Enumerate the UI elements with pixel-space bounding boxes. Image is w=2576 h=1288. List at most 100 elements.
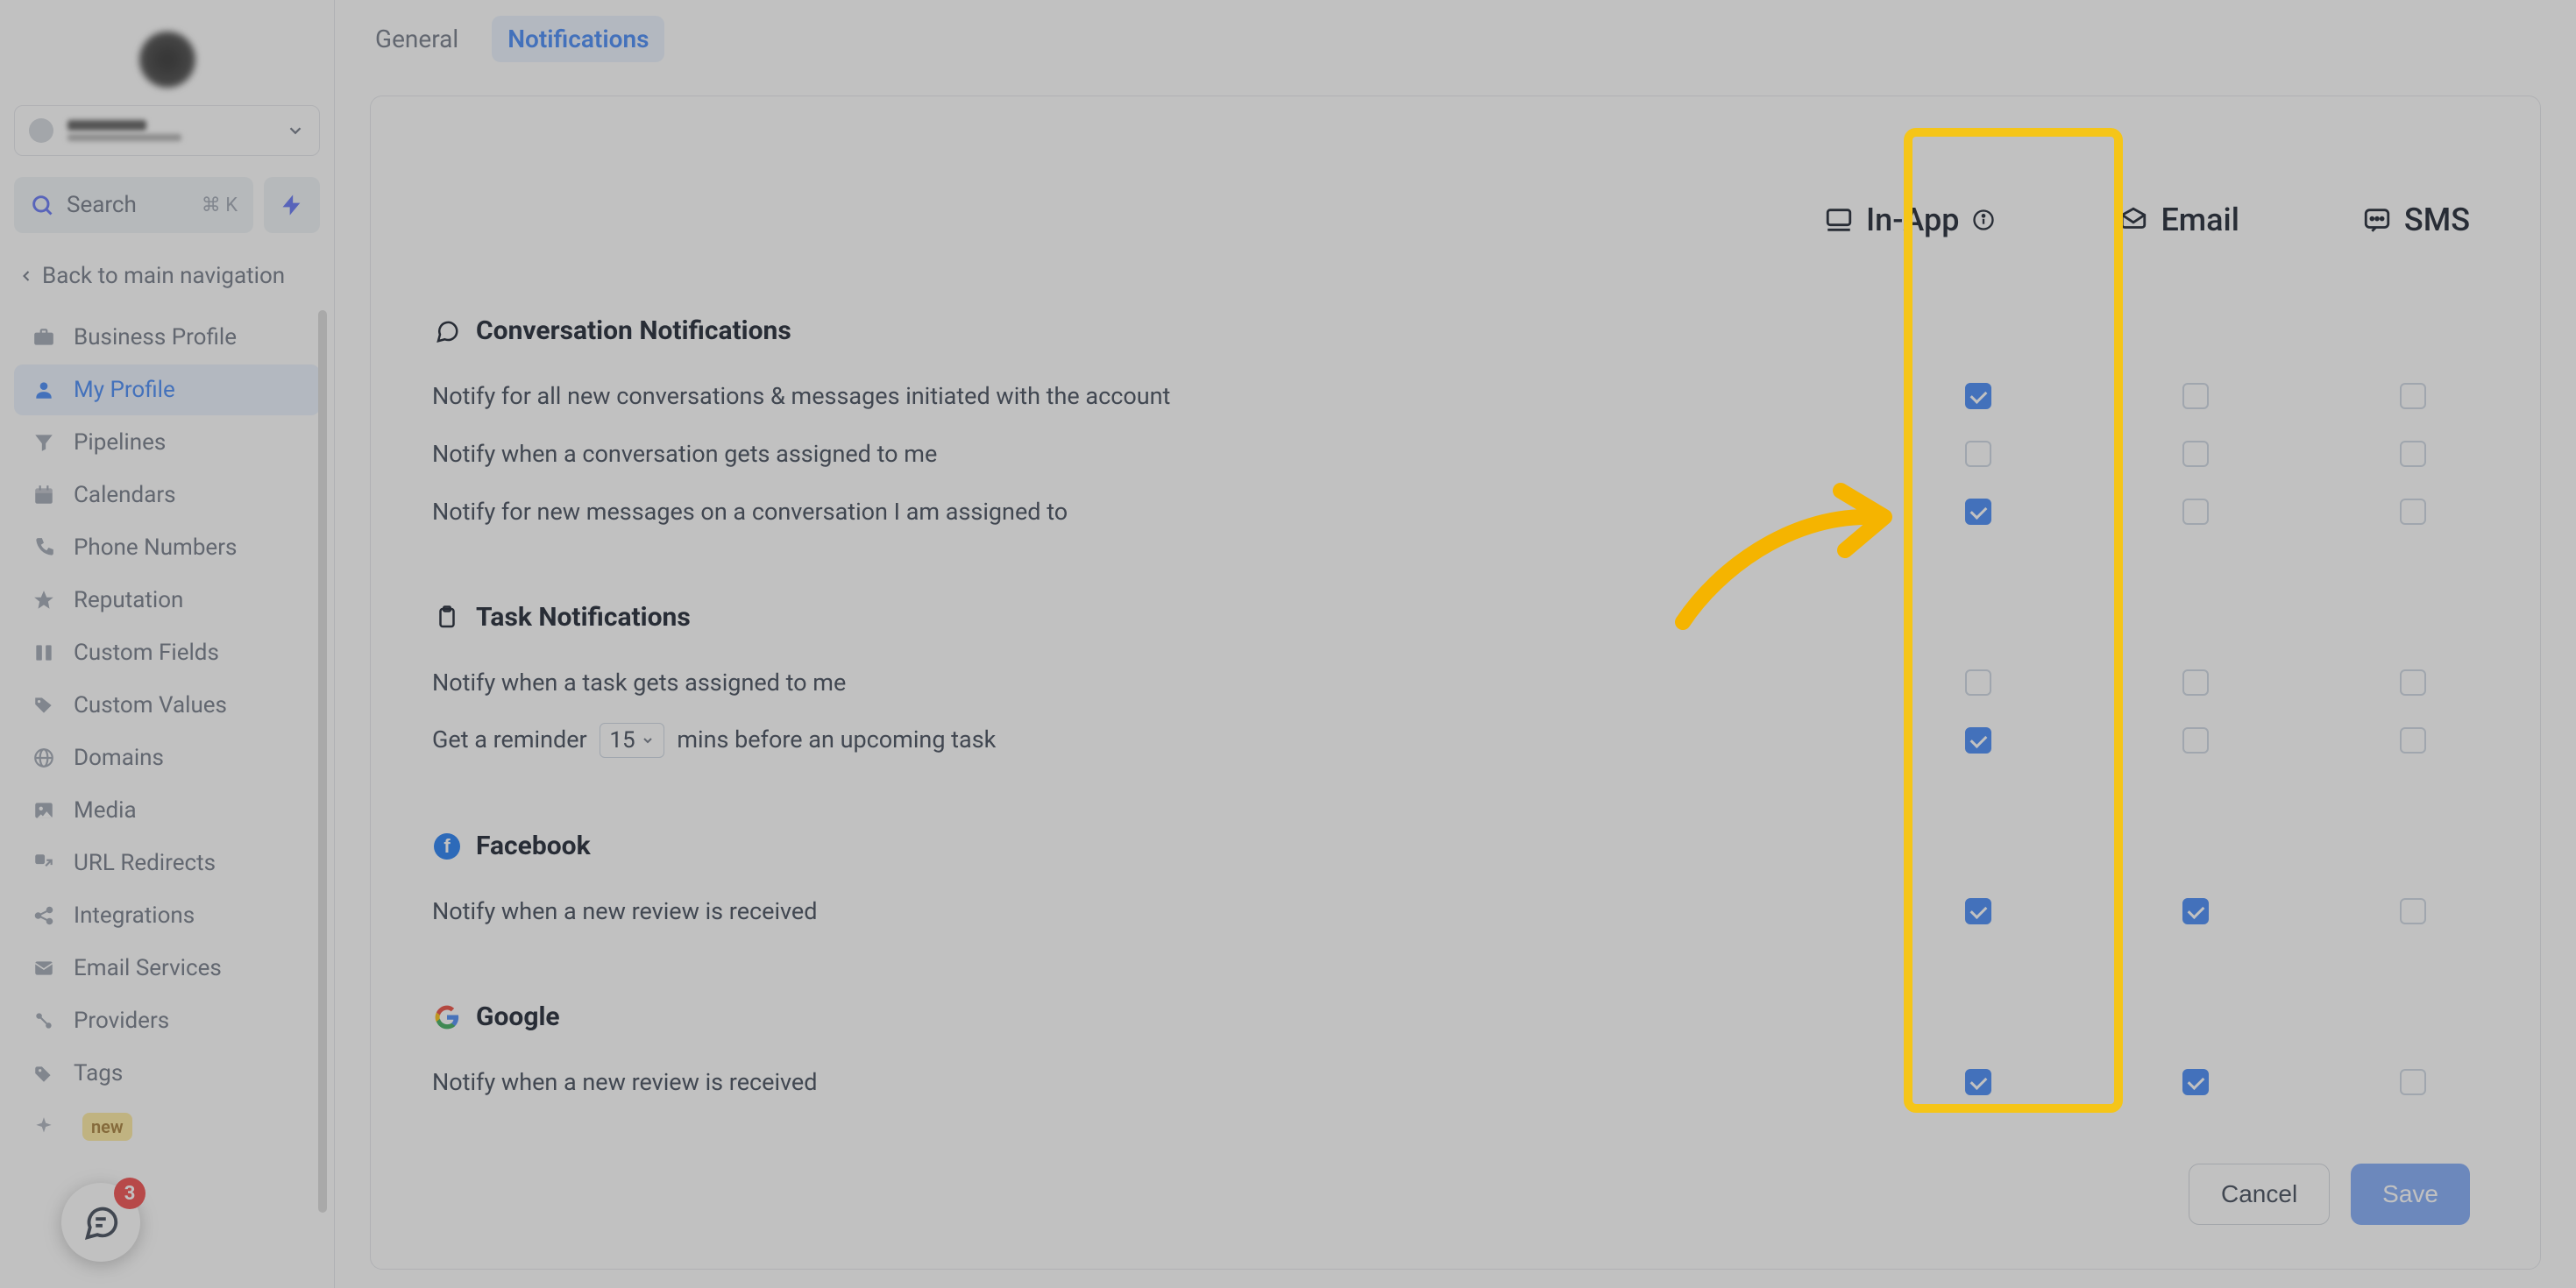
reminder-prefix: Get a reminder bbox=[432, 725, 587, 754]
row-label: Notify when a task gets assigned to me bbox=[432, 669, 846, 697]
row-label: Notify for all new conversations & messa… bbox=[432, 382, 1170, 410]
envelope-icon bbox=[30, 957, 58, 980]
checkbox-in-app[interactable] bbox=[1965, 898, 1991, 924]
checkbox-sms[interactable] bbox=[2400, 1069, 2426, 1095]
sidebar-item-url-redirects[interactable]: URL Redirects bbox=[14, 838, 320, 888]
sidebar-item-new-feature[interactable]: new bbox=[14, 1100, 320, 1153]
checkbox-in-app[interactable] bbox=[1965, 441, 1991, 467]
phone-icon bbox=[30, 536, 58, 559]
info-icon[interactable] bbox=[1971, 208, 1996, 232]
channel-in-app: In-App bbox=[1824, 202, 1997, 238]
channel-label: SMS bbox=[2404, 202, 2470, 238]
checkbox-in-app[interactable] bbox=[1965, 669, 1991, 696]
checkbox-email[interactable] bbox=[2182, 441, 2209, 467]
chat-icon bbox=[432, 316, 462, 346]
sidebar-item-domains[interactable]: Domains bbox=[14, 732, 320, 783]
checkbox-email[interactable] bbox=[2182, 727, 2209, 754]
redirect-icon bbox=[30, 852, 58, 874]
lightning-icon bbox=[280, 193, 304, 217]
google-icon bbox=[432, 1002, 462, 1032]
checkbox-in-app[interactable] bbox=[1965, 1069, 1991, 1095]
checkbox-in-app[interactable] bbox=[1965, 499, 1991, 525]
sidebar-item-custom-values[interactable]: Custom Values bbox=[14, 680, 320, 731]
search-icon bbox=[30, 193, 54, 217]
sidebar-item-label: Providers bbox=[74, 1008, 169, 1034]
checkbox-sms[interactable] bbox=[2400, 669, 2426, 696]
sidebar-item-label: Integrations bbox=[74, 902, 195, 929]
notification-row: Notify when a new review is received bbox=[432, 882, 2479, 940]
sidebar-item-label: Media bbox=[74, 797, 137, 824]
main-content: General Notifications In-App Email SMS bbox=[335, 0, 2576, 1288]
checkbox-email[interactable] bbox=[2182, 898, 2209, 924]
quick-action-button[interactable] bbox=[264, 177, 320, 233]
sidebar-item-tags[interactable]: Tags bbox=[14, 1048, 320, 1099]
sidebar-item-label: Phone Numbers bbox=[74, 534, 237, 561]
new-badge: new bbox=[82, 1113, 132, 1141]
row-label: Notify when a conversation gets assigned… bbox=[432, 440, 937, 468]
chevron-down-icon bbox=[641, 733, 655, 747]
channel-headers: In-App Email SMS bbox=[1824, 202, 2470, 238]
settings-panel: In-App Email SMS Conversation Notificati… bbox=[370, 96, 2541, 1270]
cancel-button[interactable]: Cancel bbox=[2189, 1164, 2330, 1225]
facebook-icon: f bbox=[432, 832, 462, 861]
checkbox-sms[interactable] bbox=[2400, 383, 2426, 409]
row-label: Get a reminder 15 mins before an upcomin… bbox=[432, 723, 996, 758]
workspace-avatar bbox=[29, 118, 53, 143]
checkbox-email[interactable] bbox=[2182, 1069, 2209, 1095]
sidebar-item-label: Domains bbox=[74, 745, 164, 771]
sidebar-item-label: Email Services bbox=[74, 955, 222, 981]
sidebar-item-business-profile[interactable]: Business Profile bbox=[14, 312, 320, 363]
sidebar-item-custom-fields[interactable]: Custom Fields bbox=[14, 627, 320, 678]
sidebar-item-calendars[interactable]: Calendars bbox=[14, 470, 320, 520]
chevron-down-icon bbox=[286, 121, 305, 140]
image-icon bbox=[30, 799, 58, 822]
funnel-icon bbox=[30, 431, 58, 454]
sidebar-item-label: Custom Fields bbox=[74, 640, 219, 666]
checkbox-email[interactable] bbox=[2182, 669, 2209, 696]
sidebar-item-pipelines[interactable]: Pipelines bbox=[14, 417, 320, 468]
message-icon bbox=[2362, 205, 2392, 235]
share-icon bbox=[30, 904, 58, 927]
checkbox-email[interactable] bbox=[2182, 499, 2209, 525]
row-label: Notify when a new review is received bbox=[432, 1068, 817, 1096]
chevron-left-icon bbox=[18, 267, 35, 285]
checkbox-sms[interactable] bbox=[2400, 898, 2426, 924]
globe-icon bbox=[30, 747, 58, 769]
workspace-name bbox=[67, 120, 181, 141]
sidebar-item-providers[interactable]: Providers bbox=[14, 995, 320, 1046]
section-task-header: Task Notifications bbox=[432, 602, 2479, 633]
workspace-selector[interactable] bbox=[14, 105, 320, 156]
search-shortcut: ⌘ K bbox=[202, 195, 238, 216]
sidebar-item-integrations[interactable]: Integrations bbox=[14, 890, 320, 941]
tab-general[interactable]: General bbox=[359, 16, 474, 62]
back-navigation[interactable]: Back to main navigation bbox=[11, 254, 323, 310]
label-icon bbox=[30, 1062, 58, 1085]
sidebar-item-media[interactable]: Media bbox=[14, 785, 320, 836]
tab-notifications[interactable]: Notifications bbox=[492, 16, 664, 62]
section-conversation-header: Conversation Notifications bbox=[432, 315, 2479, 346]
star-icon bbox=[30, 589, 58, 612]
notification-row: Notify for new messages on a conversatio… bbox=[432, 483, 2479, 541]
section-facebook-header: f Facebook bbox=[432, 831, 2479, 861]
checkbox-in-app[interactable] bbox=[1965, 727, 1991, 754]
sidebar-scrollbar[interactable] bbox=[318, 310, 327, 1213]
sidebar-item-label: Custom Values bbox=[74, 692, 227, 718]
channel-label: In-App bbox=[1866, 202, 1960, 238]
sidebar-item-email-services[interactable]: Email Services bbox=[14, 943, 320, 994]
workspace-logo bbox=[139, 32, 195, 88]
chat-widget-button[interactable]: 3 bbox=[61, 1183, 140, 1262]
sidebar-item-reputation[interactable]: Reputation bbox=[14, 575, 320, 626]
checkbox-email[interactable] bbox=[2182, 383, 2209, 409]
save-button[interactable]: Save bbox=[2351, 1164, 2470, 1225]
search-input[interactable]: Search ⌘ K bbox=[14, 177, 253, 233]
sidebar-item-label: Reputation bbox=[74, 587, 183, 613]
checkbox-sms[interactable] bbox=[2400, 499, 2426, 525]
columns-icon bbox=[30, 641, 58, 664]
sidebar-item-my-profile[interactable]: My Profile bbox=[14, 364, 320, 415]
checkbox-in-app[interactable] bbox=[1965, 383, 1991, 409]
checkbox-sms[interactable] bbox=[2400, 727, 2426, 754]
sidebar-item-phone-numbers[interactable]: Phone Numbers bbox=[14, 522, 320, 573]
checkbox-sms[interactable] bbox=[2400, 441, 2426, 467]
reminder-minutes-select[interactable]: 15 bbox=[600, 723, 664, 758]
tabbar: General Notifications bbox=[335, 0, 2576, 78]
